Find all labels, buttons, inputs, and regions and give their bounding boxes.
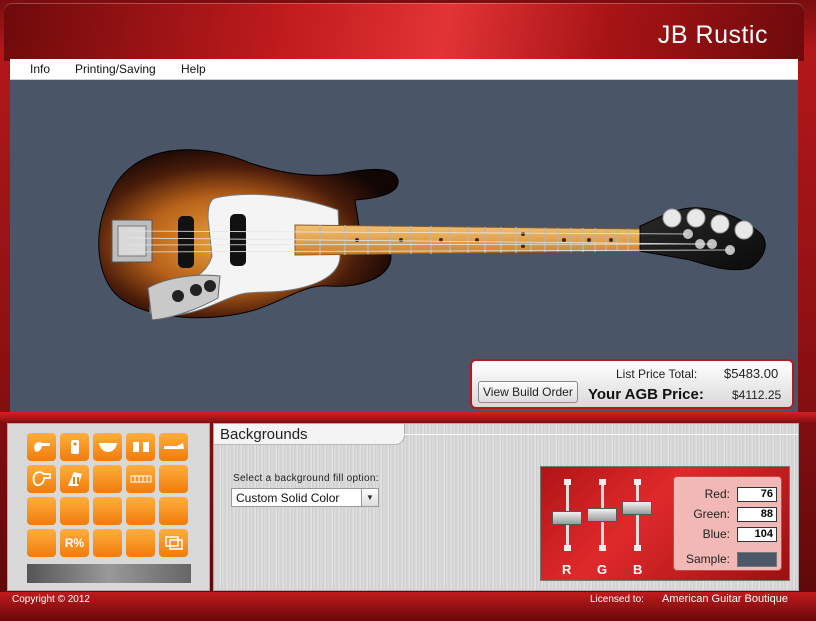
green-slider[interactable] bbox=[587, 479, 617, 551]
red-input[interactable]: 76 bbox=[737, 487, 777, 502]
toolbox: R% bbox=[7, 423, 210, 591]
blue-slider[interactable] bbox=[622, 479, 652, 551]
rgb-values: Red: 76 Green: 88 Blue: 104 Sample: bbox=[673, 476, 782, 571]
menu-printing-saving[interactable]: Printing/Saving bbox=[75, 62, 156, 76]
menu-info[interactable]: Info bbox=[30, 62, 50, 76]
pickguard-icon[interactable] bbox=[60, 433, 89, 461]
pickups-pair-icon[interactable] bbox=[126, 433, 155, 461]
copyright-text: Copyright © 2012 bbox=[12, 594, 90, 605]
list-price-label: List Price Total: bbox=[616, 367, 698, 381]
tab-divider bbox=[402, 434, 798, 435]
sample-label: Sample: bbox=[685, 552, 730, 566]
blank-tool-icon[interactable] bbox=[126, 497, 155, 525]
green-slider-label: G bbox=[597, 562, 608, 577]
tool-grid: R% bbox=[27, 433, 188, 557]
fret-icon[interactable] bbox=[126, 465, 155, 493]
blue-label: Blue: bbox=[702, 527, 730, 541]
pickup-icon[interactable] bbox=[93, 433, 122, 461]
footer: Copyright © 2012 Licensed to: American G… bbox=[0, 592, 816, 621]
blue-input[interactable]: 104 bbox=[737, 527, 777, 542]
chevron-down-icon[interactable]: ▼ bbox=[361, 489, 378, 506]
blue-slider-thumb[interactable] bbox=[622, 501, 652, 515]
guitar-body-icon[interactable] bbox=[27, 433, 56, 461]
menu-bar: Info Printing/Saving Help bbox=[10, 59, 798, 80]
backgrounds-icon[interactable] bbox=[159, 529, 188, 557]
blank-tool-icon[interactable] bbox=[27, 497, 56, 525]
blue-slider-label: B bbox=[633, 562, 643, 577]
green-slider-thumb[interactable] bbox=[587, 508, 617, 522]
tab-backgrounds[interactable]: Backgrounds bbox=[214, 424, 405, 445]
color-picker: R G B Red: 76 Green: 88 Blue: 104 Sample… bbox=[540, 466, 790, 581]
red-label: Red: bbox=[704, 487, 730, 501]
blank-tool-icon[interactable] bbox=[93, 465, 122, 493]
list-price-value: $5483.00 bbox=[724, 366, 779, 381]
tab-label: Backgrounds bbox=[220, 426, 308, 443]
blank-tool-icon[interactable] bbox=[27, 529, 56, 557]
licensed-label: Licensed to: bbox=[590, 594, 644, 605]
toolbox-status-bar bbox=[27, 564, 191, 583]
tuners-icon[interactable] bbox=[60, 465, 89, 493]
agb-price-value: $4112.25 bbox=[732, 388, 782, 402]
neck-icon[interactable] bbox=[159, 433, 188, 461]
price-box: View Build Order List Price Total: $5483… bbox=[470, 359, 794, 409]
backgrounds-panel: Backgrounds Select a background fill opt… bbox=[213, 423, 799, 591]
blank-tool-icon[interactable] bbox=[93, 497, 122, 525]
red-slider-thumb[interactable] bbox=[552, 511, 582, 525]
bass-guitar-image bbox=[98, 149, 766, 321]
app-frame: JB Rustic Info Printing/Saving Help View… bbox=[0, 0, 816, 621]
agb-price-label: Your AGB Price: bbox=[588, 386, 704, 403]
header: JB Rustic bbox=[4, 3, 804, 61]
red-slider[interactable] bbox=[552, 479, 582, 551]
fill-option-select[interactable]: Custom Solid Color ▼ bbox=[231, 488, 379, 507]
green-input[interactable]: 88 bbox=[737, 507, 777, 522]
blank-tool-icon[interactable] bbox=[159, 465, 188, 493]
menu-help[interactable]: Help bbox=[181, 62, 206, 76]
blank-tool-icon[interactable] bbox=[126, 529, 155, 557]
green-label: Green: bbox=[693, 507, 730, 521]
blank-tool-icon[interactable] bbox=[159, 497, 188, 525]
body-outline-icon[interactable] bbox=[27, 465, 56, 493]
view-build-order-button[interactable]: View Build Order bbox=[478, 381, 578, 403]
fill-option-value: Custom Solid Color bbox=[236, 491, 340, 505]
text-tool-icon[interactable]: R% bbox=[60, 529, 89, 557]
red-slider-label: R bbox=[562, 562, 572, 577]
blank-tool-icon[interactable] bbox=[60, 497, 89, 525]
app-title: JB Rustic bbox=[657, 21, 768, 49]
blank-tool-icon[interactable] bbox=[93, 529, 122, 557]
divider-band bbox=[0, 412, 816, 422]
sample-swatch bbox=[737, 552, 777, 567]
fill-option-label: Select a background fill option: bbox=[233, 473, 379, 484]
licensee-name: American Guitar Boutique bbox=[662, 593, 788, 605]
